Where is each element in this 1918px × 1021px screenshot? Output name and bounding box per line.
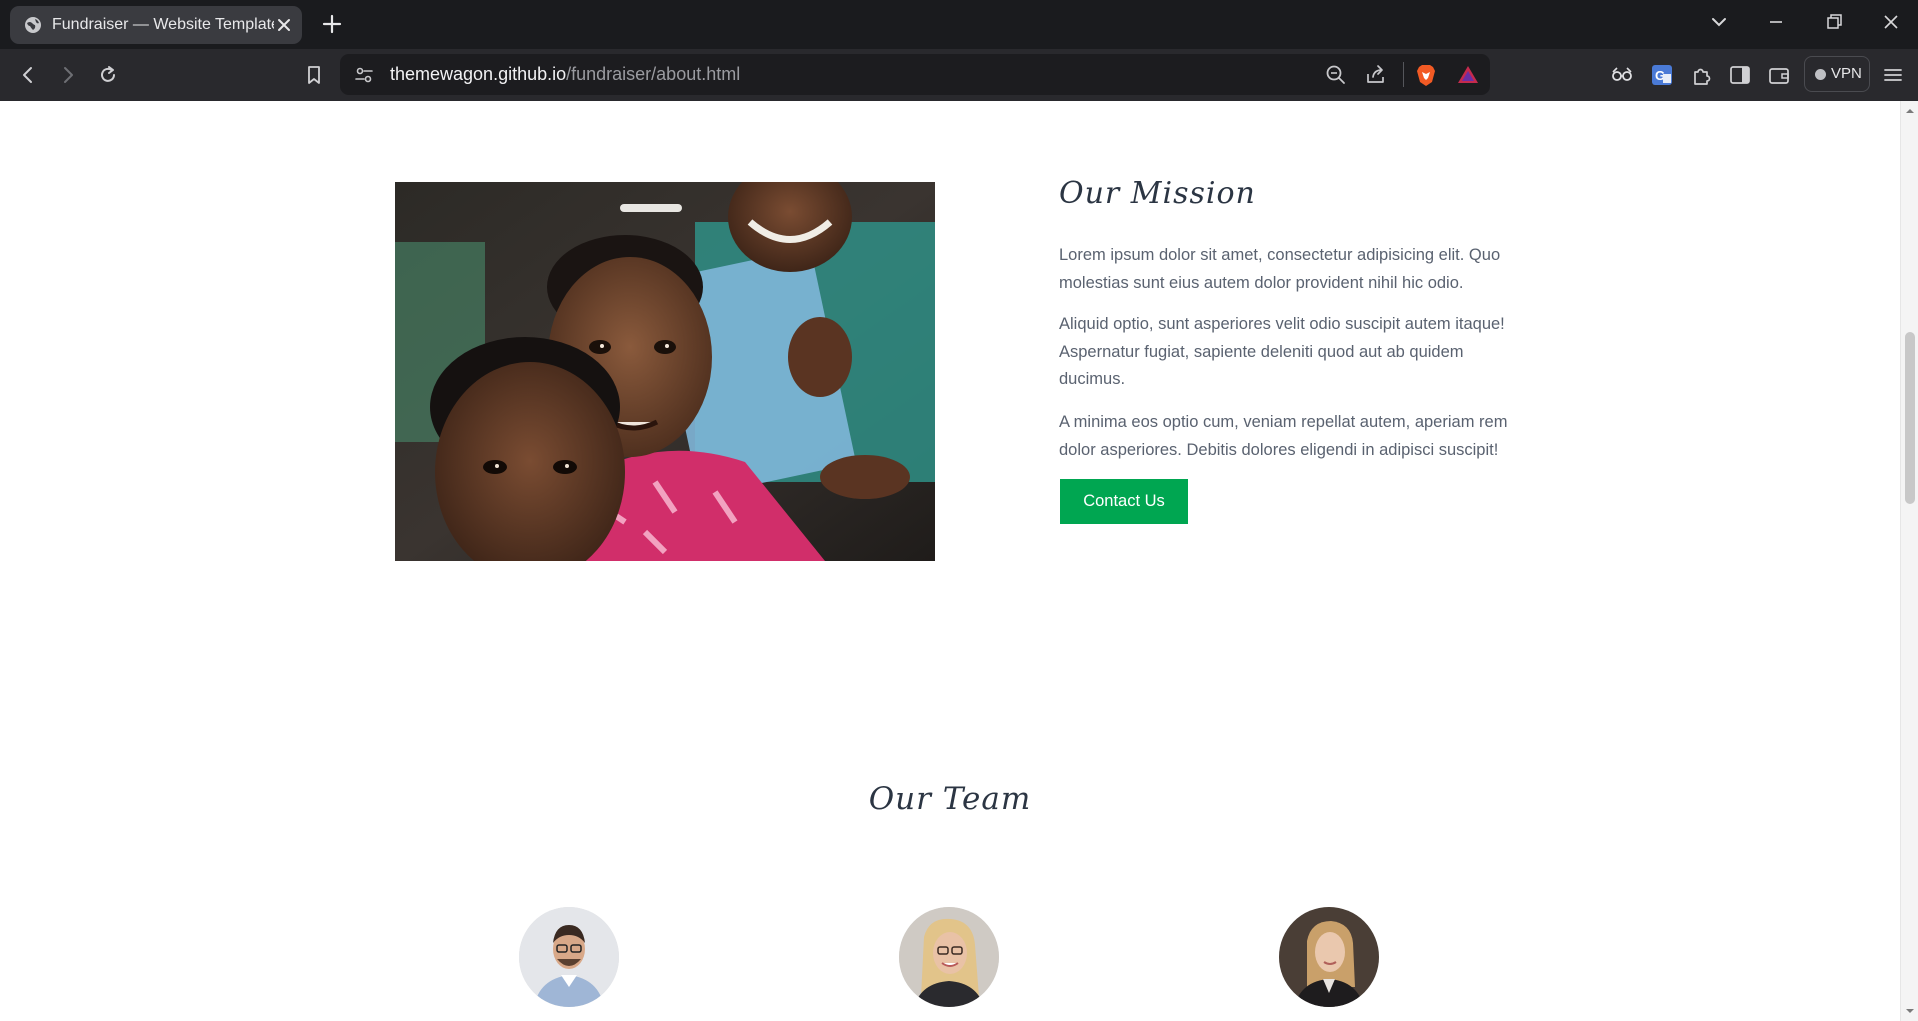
address-bar[interactable]: themewagon.github.io/fundraiser/about.ht… [340, 54, 1490, 95]
team-member-avatar [899, 907, 999, 1007]
translate-icon[interactable]: G [1649, 62, 1675, 88]
close-window-icon[interactable] [1877, 8, 1905, 36]
mission-photo [395, 182, 935, 561]
reading-mode-icon[interactable] [1609, 62, 1635, 88]
url-text: themewagon.github.io/fundraiser/about.ht… [390, 54, 740, 95]
vpn-button[interactable]: VPN [1804, 56, 1870, 92]
mission-heading: Our Mission [1059, 176, 1256, 211]
minimize-icon[interactable] [1762, 8, 1790, 36]
forward-icon[interactable] [54, 61, 82, 89]
tab-search-chevron-icon[interactable] [1705, 8, 1733, 36]
scroll-up-icon[interactable] [1904, 105, 1916, 117]
brave-rewards-icon[interactable] [1455, 62, 1481, 88]
back-icon[interactable] [14, 61, 42, 89]
contact-us-button[interactable]: Contact Us [1060, 479, 1188, 524]
tab-title: Fundraiser — Website Template [52, 16, 274, 33]
team-heading: Our Team [868, 781, 1032, 817]
new-tab-icon[interactable] [321, 13, 343, 35]
menu-icon[interactable] [1880, 62, 1906, 88]
avatar-woman-glasses-image [899, 907, 999, 1007]
close-tab-icon[interactable] [274, 15, 294, 35]
team-member-avatar [519, 907, 619, 1007]
restore-icon[interactable] [1820, 8, 1848, 36]
avatar-woman-image [1279, 907, 1379, 1007]
wallet-icon[interactable] [1766, 62, 1792, 88]
share-icon[interactable] [1363, 62, 1389, 88]
zoom-icon[interactable] [1323, 62, 1349, 88]
browser-tab[interactable]: Fundraiser — Website Template [10, 6, 302, 44]
mission-paragraph-1: Lorem ipsum dolor sit amet, consectetur … [1059, 246, 1501, 292]
page-scrollbar[interactable] [1900, 101, 1918, 1021]
browser-toolbar: themewagon.github.io/fundraiser/about.ht… [0, 49, 1918, 101]
sidebar-icon[interactable] [1727, 62, 1753, 88]
children-photo-image [395, 182, 935, 561]
scroll-down-icon[interactable] [1904, 1005, 1916, 1017]
url-domain: themewagon.github.io [390, 64, 567, 84]
reload-icon[interactable] [94, 61, 122, 89]
scrollbar-thumb[interactable] [1905, 332, 1915, 504]
extensions-icon[interactable] [1689, 62, 1715, 88]
tab-strip: Fundraiser — Website Template [0, 0, 1918, 49]
divider [1403, 62, 1404, 87]
globe-icon [25, 17, 41, 33]
vpn-label: VPN [1831, 65, 1862, 82]
browser-window: Fundraiser — Website Template themewagon… [0, 0, 1918, 1021]
bookmark-icon[interactable] [300, 61, 328, 89]
team-member-avatar [1279, 907, 1379, 1007]
brave-shields-icon[interactable] [1413, 62, 1439, 88]
avatar-man-image [519, 907, 619, 1007]
vpn-status-dot [1815, 69, 1826, 80]
page-viewport: Our Mission Lorem ipsum dolor sit amet, … [0, 101, 1918, 1021]
site-settings-icon[interactable] [352, 63, 376, 87]
mission-paragraph-2: Aliquid optio, sunt asperiores velit odi… [1059, 315, 1505, 388]
url-path: /fundraiser/about.html [566, 64, 741, 84]
mission-paragraph-3: A minima eos optio cum, veniam repellat … [1059, 413, 1508, 459]
